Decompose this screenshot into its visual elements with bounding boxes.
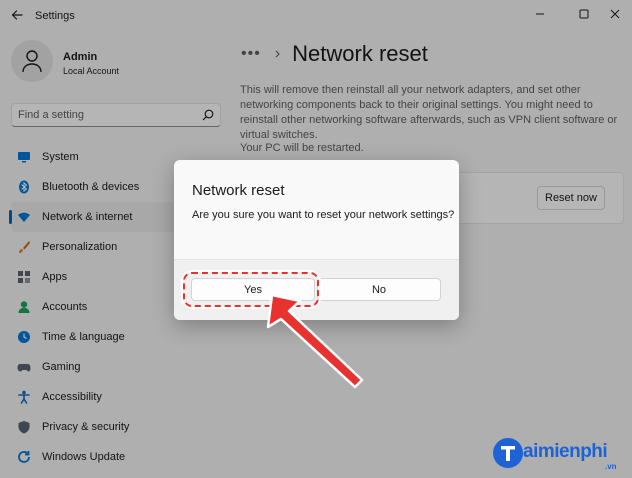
pointer-arrow-icon [266,293,364,389]
brand-logo-icon [493,438,523,468]
watermark-text: aimienphi [523,441,608,462]
dialog-title: Network reset [192,182,285,199]
watermark-logo: aimienphi .vn [493,434,629,474]
watermark-suffix: .vn [605,462,617,471]
dialog-message: Are you sure you want to reset your netw… [192,209,455,221]
